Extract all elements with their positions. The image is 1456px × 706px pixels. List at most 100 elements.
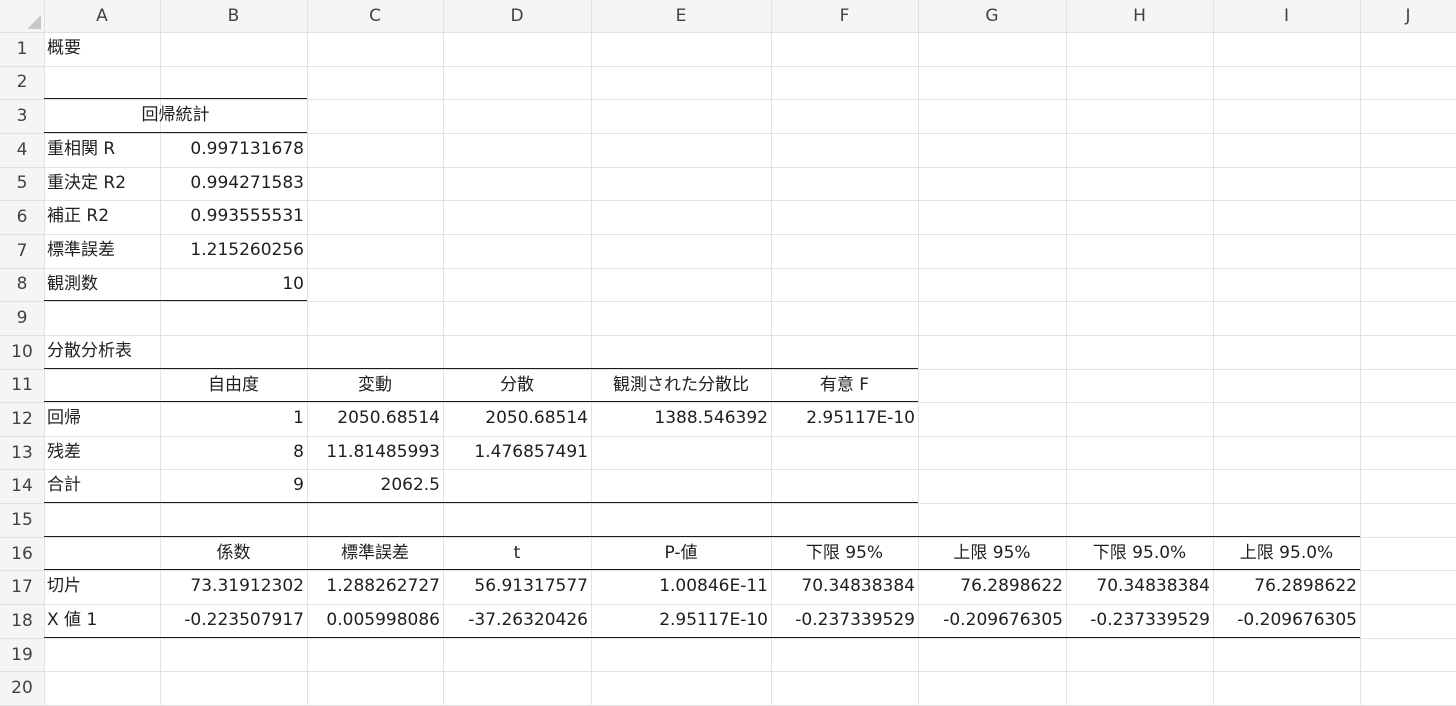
coef-header-cell[interactable]: 下限 95%	[771, 537, 918, 570]
stat-value-cell[interactable]: 0.997131678	[160, 133, 307, 166]
anova-header-cell[interactable]: 分散	[443, 369, 591, 402]
row-header-19[interactable]: 19	[0, 638, 44, 672]
column-header-b[interactable]: B	[160, 0, 307, 32]
coef-value-cell[interactable]: -37.26320426	[443, 604, 591, 637]
stat-label-cell[interactable]: 重決定 R2	[44, 167, 160, 200]
coef-bottom-border	[44, 637, 1360, 638]
anova-value-cell[interactable]: 11.81485993	[307, 436, 443, 469]
row-header-17[interactable]: 17	[0, 570, 44, 604]
stat-value-cell[interactable]: 0.994271583	[160, 167, 307, 200]
row-header-3[interactable]: 3	[0, 99, 44, 133]
anova-row-label-cell[interactable]: 残差	[44, 436, 160, 469]
coef-header-cell[interactable]: 標準誤差	[307, 537, 443, 570]
anova-title-cell[interactable]: 分散分析表	[44, 335, 160, 368]
row-header-13[interactable]: 13	[0, 436, 44, 470]
column-header-d[interactable]: D	[443, 0, 591, 32]
coef-row-label-cell[interactable]: X 値 1	[44, 604, 160, 637]
anova-value-cell[interactable]: 1	[160, 402, 307, 435]
stat-label-cell[interactable]: 補正 R2	[44, 200, 160, 233]
coef-row-label-cell[interactable]: 切片	[44, 570, 160, 603]
row-header-9[interactable]: 9	[0, 301, 44, 335]
stat-label-cell[interactable]: 観測数	[44, 268, 160, 301]
row-header-5[interactable]: 5	[0, 167, 44, 201]
coef-value-cell[interactable]: 1.288262727	[307, 570, 443, 603]
coef-value-cell[interactable]: 2.95117E-10	[591, 604, 771, 637]
spreadsheet-grid: A B C D E F G H I J 1 2 3 4 5 6 7 8 9 10 11 12 13 14 15 16 17 18 19 2…	[0, 0, 1456, 706]
anova-header-cell[interactable]: 観測された分散比	[591, 369, 771, 402]
anova-value-cell[interactable]: 1388.546392	[591, 402, 771, 435]
coef-header-cell[interactable]: 下限 95.0%	[1066, 537, 1213, 570]
column-header-e[interactable]: E	[591, 0, 771, 32]
anova-value-cell[interactable]: 8	[160, 436, 307, 469]
stat-value-cell[interactable]: 0.993555531	[160, 200, 307, 233]
column-header-a[interactable]: A	[44, 0, 160, 32]
anova-value-cell[interactable]	[771, 436, 918, 469]
coef-header-cell[interactable]: 上限 95.0%	[1213, 537, 1360, 570]
coef-value-cell[interactable]: -0.237339529	[1066, 604, 1213, 637]
anova-value-cell[interactable]: 1.476857491	[443, 436, 591, 469]
column-header-g[interactable]: G	[918, 0, 1066, 32]
row-header-8[interactable]: 8	[0, 268, 44, 302]
coef-value-cell[interactable]: 76.2898622	[1213, 570, 1360, 603]
stat-label-cell[interactable]: 重相関 R	[44, 133, 160, 166]
coef-value-cell[interactable]: -0.237339529	[771, 604, 918, 637]
stat-label-cell[interactable]: 標準誤差	[44, 234, 160, 267]
row-header-16[interactable]: 16	[0, 537, 44, 571]
anova-value-cell[interactable]	[591, 469, 771, 502]
column-header-j[interactable]: J	[1360, 0, 1456, 32]
row-header-1[interactable]: 1	[0, 32, 44, 66]
coef-header-cell[interactable]: t	[443, 537, 591, 570]
coef-header-cell[interactable]: 上限 95%	[918, 537, 1066, 570]
row-header-2[interactable]: 2	[0, 66, 44, 100]
stat-value-cell[interactable]: 10	[160, 268, 307, 301]
row-header-7[interactable]: 7	[0, 234, 44, 268]
grid-hline	[0, 32, 1456, 33]
grid-hline	[0, 638, 1456, 639]
anova-value-cell[interactable]: 2050.68514	[443, 402, 591, 435]
anova-value-cell[interactable]: 2.95117E-10	[771, 402, 918, 435]
row-header-12[interactable]: 12	[0, 402, 44, 436]
row-header-10[interactable]: 10	[0, 335, 44, 369]
anova-row-label-cell[interactable]: 回帰	[44, 402, 160, 435]
grid-hline	[0, 66, 1456, 67]
row-header-6[interactable]: 6	[0, 200, 44, 234]
grid-hline	[0, 503, 1456, 504]
coef-value-cell[interactable]: 70.34838384	[1066, 570, 1213, 603]
coef-value-cell[interactable]: 76.2898622	[918, 570, 1066, 603]
anova-value-cell[interactable]: 2050.68514	[307, 402, 443, 435]
row-header-4[interactable]: 4	[0, 133, 44, 167]
anova-header-cell[interactable]: 自由度	[160, 369, 307, 402]
anova-value-cell[interactable]: 2062.5	[307, 469, 443, 502]
anova-value-cell[interactable]	[771, 469, 918, 502]
anova-value-cell[interactable]: 9	[160, 469, 307, 502]
coef-value-cell[interactable]: -0.209676305	[1213, 604, 1360, 637]
column-header-i[interactable]: I	[1213, 0, 1360, 32]
row-header-15[interactable]: 15	[0, 503, 44, 537]
row-header-20[interactable]: 20	[0, 671, 44, 705]
coef-value-cell[interactable]: 0.005998086	[307, 604, 443, 637]
coef-value-cell[interactable]: 56.91317577	[443, 570, 591, 603]
row-header-18[interactable]: 18	[0, 604, 44, 638]
anova-value-cell[interactable]	[443, 469, 591, 502]
row-header-14[interactable]: 14	[0, 469, 44, 503]
anova-value-cell[interactable]	[591, 436, 771, 469]
anova-header-cell[interactable]: 変動	[307, 369, 443, 402]
select-all-button[interactable]	[0, 0, 44, 32]
column-header-h[interactable]: H	[1066, 0, 1213, 32]
coef-value-cell[interactable]: -0.209676305	[918, 604, 1066, 637]
column-header-c[interactable]: C	[307, 0, 443, 32]
stat-value-cell[interactable]: 1.215260256	[160, 234, 307, 267]
summary-title-cell[interactable]: 概要	[44, 32, 160, 65]
coef-value-cell[interactable]: 1.00846E-11	[591, 570, 771, 603]
coef-value-cell[interactable]: -0.223507917	[160, 604, 307, 637]
stats-header-cell[interactable]: 回帰統計	[44, 99, 307, 132]
anova-header-cell[interactable]: 有意 F	[771, 369, 918, 402]
column-header-f[interactable]: F	[771, 0, 918, 32]
coef-value-cell[interactable]: 70.34838384	[771, 570, 918, 603]
grid-hline	[0, 671, 1456, 672]
row-header-11[interactable]: 11	[0, 369, 44, 403]
coef-value-cell[interactable]: 73.31912302	[160, 570, 307, 603]
coef-header-cell[interactable]: P-値	[591, 537, 771, 570]
anova-row-label-cell[interactable]: 合計	[44, 469, 160, 502]
coef-header-cell[interactable]: 係数	[160, 537, 307, 570]
